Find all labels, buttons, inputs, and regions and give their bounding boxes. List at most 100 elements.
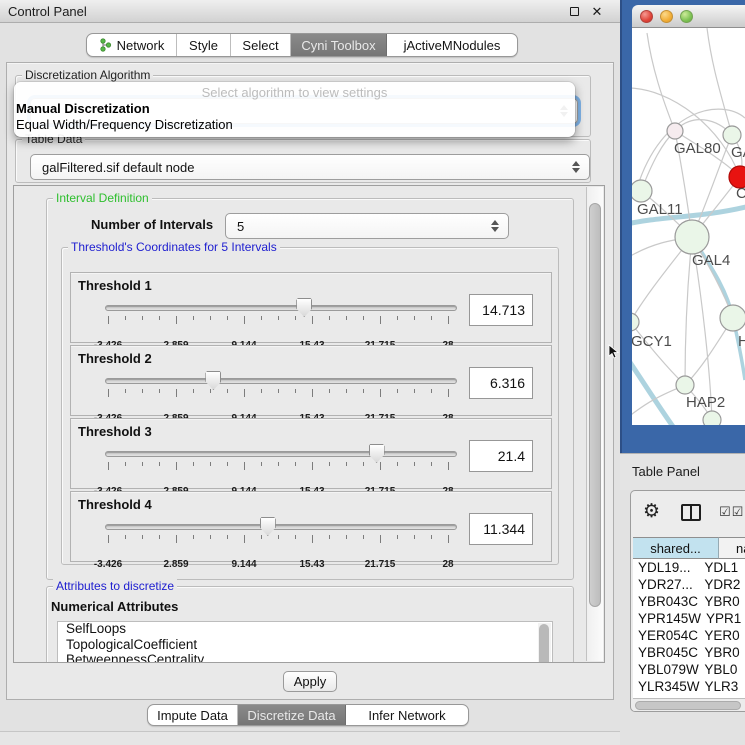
cell-name[interactable]: YPR1 xyxy=(701,610,745,627)
slider-thumb[interactable] xyxy=(205,371,221,390)
network-node[interactable] xyxy=(632,313,639,331)
checkbox-pair-icon[interactable]: ☑☑ xyxy=(719,504,744,520)
threshold-1-value-field[interactable]: 14.713 xyxy=(469,294,533,326)
table-panel-title: Table Panel xyxy=(632,464,700,479)
cell-name[interactable]: YLR3 xyxy=(700,678,745,695)
network-graph[interactable]: GAL80GACGAL11GAL4HGCY1HAP2 xyxy=(632,28,745,425)
table-body[interactable]: YDL19...YDL1YDR27...YDR2YBR043CYBR0YPR14… xyxy=(633,559,745,698)
table-data-combobox[interactable]: galFiltered.sif default node xyxy=(30,154,590,180)
network-node[interactable] xyxy=(723,126,741,144)
network-node[interactable] xyxy=(667,123,683,139)
float-window-icon[interactable] xyxy=(568,5,582,19)
slider-track[interactable] xyxy=(105,378,457,384)
cell-shared-name[interactable]: YBR045C xyxy=(633,644,699,661)
cell-name[interactable]: YER0 xyxy=(699,627,745,644)
close-icon[interactable]: ✕ xyxy=(590,5,604,19)
network-node[interactable] xyxy=(703,411,721,425)
table-row[interactable]: YLR345WYLR3 xyxy=(633,678,745,695)
tab-network[interactable]: Network xyxy=(87,34,177,56)
table-row[interactable]: YDL19...YDL1 xyxy=(633,559,745,576)
cell-name[interactable]: YDL1 xyxy=(699,559,745,576)
tick-mark xyxy=(312,389,313,397)
attribute-list-item[interactable]: SelfLoops xyxy=(58,622,552,638)
tab-discretize-data[interactable]: Discretize Data xyxy=(238,705,346,725)
threshold-1-slider[interactable]: -3.4262.8599.14415.4321.71528 xyxy=(99,301,469,341)
tick-mark xyxy=(397,389,398,393)
gear-icon[interactable]: ⚙ xyxy=(643,500,660,523)
cell-shared-name[interactable]: YDL19... xyxy=(633,559,699,576)
scrollbar-thumb[interactable] xyxy=(589,203,601,607)
tab-select[interactable]: Select xyxy=(231,34,291,56)
network-node[interactable] xyxy=(675,220,709,254)
numerical-attributes-list[interactable]: SelfLoopsTopologicalCoefficientBetweenne… xyxy=(57,621,553,663)
column-header-shared[interactable]: shared... xyxy=(633,537,719,559)
minimize-traffic-light-icon[interactable] xyxy=(660,10,673,23)
slider-track[interactable] xyxy=(105,524,457,530)
tick-mark xyxy=(227,389,228,393)
tick-mark xyxy=(295,389,296,393)
slider-track[interactable] xyxy=(105,451,457,457)
network-canvas[interactable]: GAL80GACGAL11GAL4HGCY1HAP2 xyxy=(632,28,745,425)
cell-shared-name[interactable]: YBL079W xyxy=(633,661,699,678)
apply-button[interactable]: Apply xyxy=(283,671,337,692)
cell-shared-name[interactable]: YBR043C xyxy=(633,593,699,610)
node-label: GAL80 xyxy=(674,140,721,157)
tab-cyni-toolbox[interactable]: Cyni Toolbox xyxy=(291,34,387,56)
tick-mark xyxy=(176,316,177,324)
slider-track[interactable] xyxy=(105,305,457,311)
tick-mark xyxy=(329,462,330,466)
tab-impute-data-label: Impute Data xyxy=(157,708,228,723)
cell-shared-name[interactable]: YLR345W xyxy=(633,678,700,695)
network-node[interactable] xyxy=(720,305,745,331)
tick-mark xyxy=(176,389,177,397)
table-row[interactable]: YER054CYER0 xyxy=(633,627,745,644)
threshold-2-value-field[interactable]: 6.316 xyxy=(469,367,533,399)
network-window-titlebar[interactable] xyxy=(632,5,745,28)
tab-style[interactable]: Style xyxy=(177,34,231,56)
slider-thumb[interactable] xyxy=(369,444,385,463)
cell-name[interactable]: YDR2 xyxy=(699,576,745,593)
table-row[interactable]: YBL079WYBL0 xyxy=(633,661,745,678)
dropdown-placeholder-item[interactable]: Select algorithm to view settings xyxy=(14,85,575,100)
tick-mark xyxy=(414,462,415,466)
dropdown-item-equal-width-frequency[interactable]: Equal Width/Frequency Discretization xyxy=(16,117,572,132)
tab-impute-data[interactable]: Impute Data xyxy=(148,705,238,725)
settings-vertical-scrollbar[interactable] xyxy=(586,187,603,661)
slider-thumb[interactable] xyxy=(260,517,276,536)
slider-thumb[interactable] xyxy=(296,298,312,317)
table-horizontal-scrollbar[interactable] xyxy=(633,698,745,711)
cell-shared-name[interactable]: YDR27... xyxy=(633,576,699,593)
dropdown-item-manual-discretization[interactable]: Manual Discretization xyxy=(16,101,572,116)
threshold-4-slider[interactable]: -3.4262.8599.14415.4321.71528 xyxy=(99,520,469,560)
network-node[interactable] xyxy=(676,376,694,394)
cell-shared-name[interactable]: YER054C xyxy=(633,627,699,644)
threshold-2-slider[interactable]: -3.4262.8599.14415.4321.71528 xyxy=(99,374,469,414)
attribute-list-item[interactable]: TopologicalCoefficient xyxy=(58,638,552,654)
table-row[interactable]: YPR145WYPR1 xyxy=(633,610,745,627)
network-node[interactable] xyxy=(632,180,652,202)
close-traffic-light-icon[interactable] xyxy=(640,10,653,23)
tab-jactivemnodules[interactable]: jActiveMNodules xyxy=(387,34,517,56)
scrollbar-thumb[interactable] xyxy=(539,624,549,663)
zoom-traffic-light-icon[interactable] xyxy=(680,10,693,23)
tick-mark xyxy=(448,462,449,470)
cell-name[interactable]: YBL0 xyxy=(699,661,745,678)
cell-name[interactable]: YBR0 xyxy=(699,644,745,661)
column-layout-icon[interactable] xyxy=(681,504,701,521)
tab-infer-network[interactable]: Infer Network xyxy=(346,705,468,725)
attributes-list-scrollbar[interactable] xyxy=(538,623,551,663)
cell-shared-name[interactable]: YPR145W xyxy=(633,610,701,627)
table-data-group: Table Data galFiltered.sif default node xyxy=(15,139,591,183)
table-row[interactable]: YBR043CYBR0 xyxy=(633,593,745,610)
threshold-3-slider[interactable]: -3.4262.8599.14415.4321.71528 xyxy=(99,447,469,487)
cell-name[interactable]: YBR0 xyxy=(699,593,745,610)
scrollbar-thumb[interactable] xyxy=(635,701,741,710)
table-row[interactable]: YBR045CYBR0 xyxy=(633,644,745,661)
attribute-list-item[interactable]: BetweennessCentrality xyxy=(58,653,552,663)
tick-mark xyxy=(346,316,347,320)
column-header-name[interactable]: na xyxy=(719,537,745,559)
threshold-3-value-field[interactable]: 21.4 xyxy=(469,440,533,472)
table-row[interactable]: YDR27...YDR2 xyxy=(633,576,745,593)
threshold-4-value-field[interactable]: 11.344 xyxy=(469,513,533,545)
number-of-intervals-combobox[interactable]: 5 xyxy=(225,213,509,239)
